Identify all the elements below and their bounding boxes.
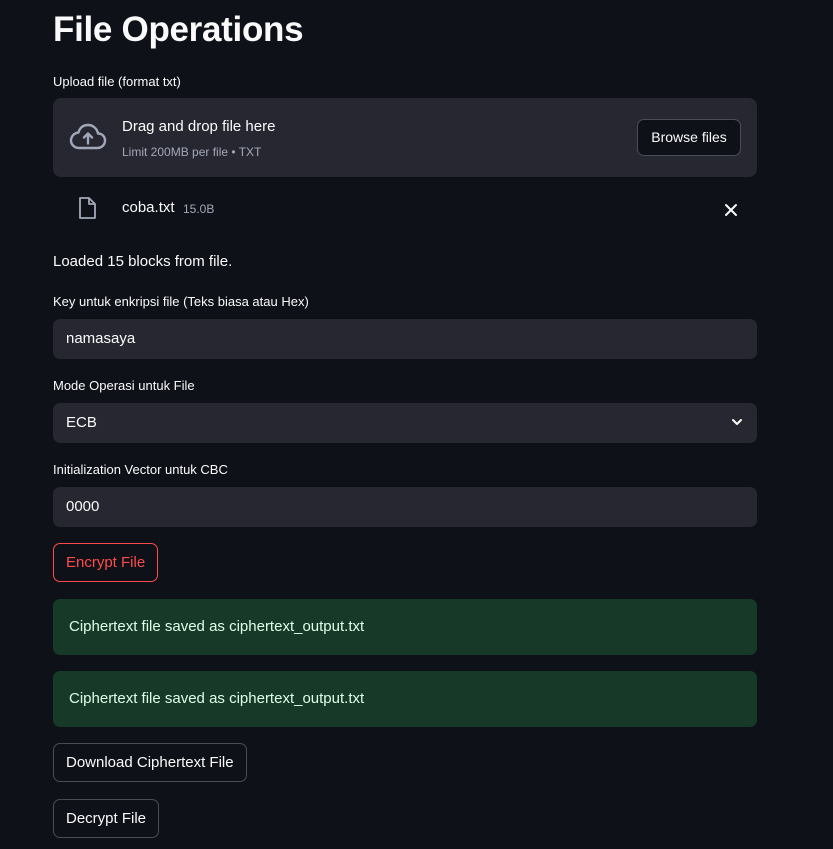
iv-input[interactable]: 0000 (53, 487, 757, 527)
browse-files-button[interactable]: Browse files (637, 119, 741, 156)
mode-select-label: Mode Operasi untuk File (53, 378, 195, 393)
key-input[interactable]: namasaya (53, 319, 757, 359)
upload-label: Upload file (format txt) (53, 74, 181, 89)
page-title: File Operations (53, 10, 304, 49)
cloud-upload-icon (69, 123, 107, 150)
dropzone-subtitle: Limit 200MB per file • TXT (122, 145, 262, 159)
page: File Operations Upload file (format txt)… (0, 0, 833, 849)
uploaded-file-size: 15.0B (183, 202, 215, 216)
decrypt-file-button[interactable]: Decrypt File (53, 799, 160, 838)
close-icon[interactable] (723, 202, 739, 218)
iv-field-label: Initialization Vector untuk CBC (53, 462, 228, 477)
download-ciphertext-button[interactable]: Download Ciphertext File (53, 743, 247, 782)
dropzone-title: Drag and drop file here (122, 118, 276, 135)
mode-select[interactable]: ECB (53, 403, 757, 443)
uploaded-file-name: coba.txt (122, 199, 175, 216)
mode-select-value: ECB (66, 414, 97, 431)
encrypt-file-button[interactable]: Encrypt File (53, 543, 159, 582)
uploaded-file-row: coba.txt 15.0B (53, 190, 757, 230)
key-field-label: Key untuk enkripsi file (Teks biasa atau… (53, 294, 309, 309)
chevron-down-icon (732, 419, 742, 425)
file-icon (79, 197, 96, 219)
success-alert: Ciphertext file saved as ciphertext_outp… (53, 599, 757, 655)
load-status-text: Loaded 15 blocks from file. (53, 253, 233, 270)
file-dropzone[interactable]: Drag and drop file here Limit 200MB per … (53, 98, 757, 177)
success-alert: Ciphertext file saved as ciphertext_outp… (53, 671, 757, 727)
